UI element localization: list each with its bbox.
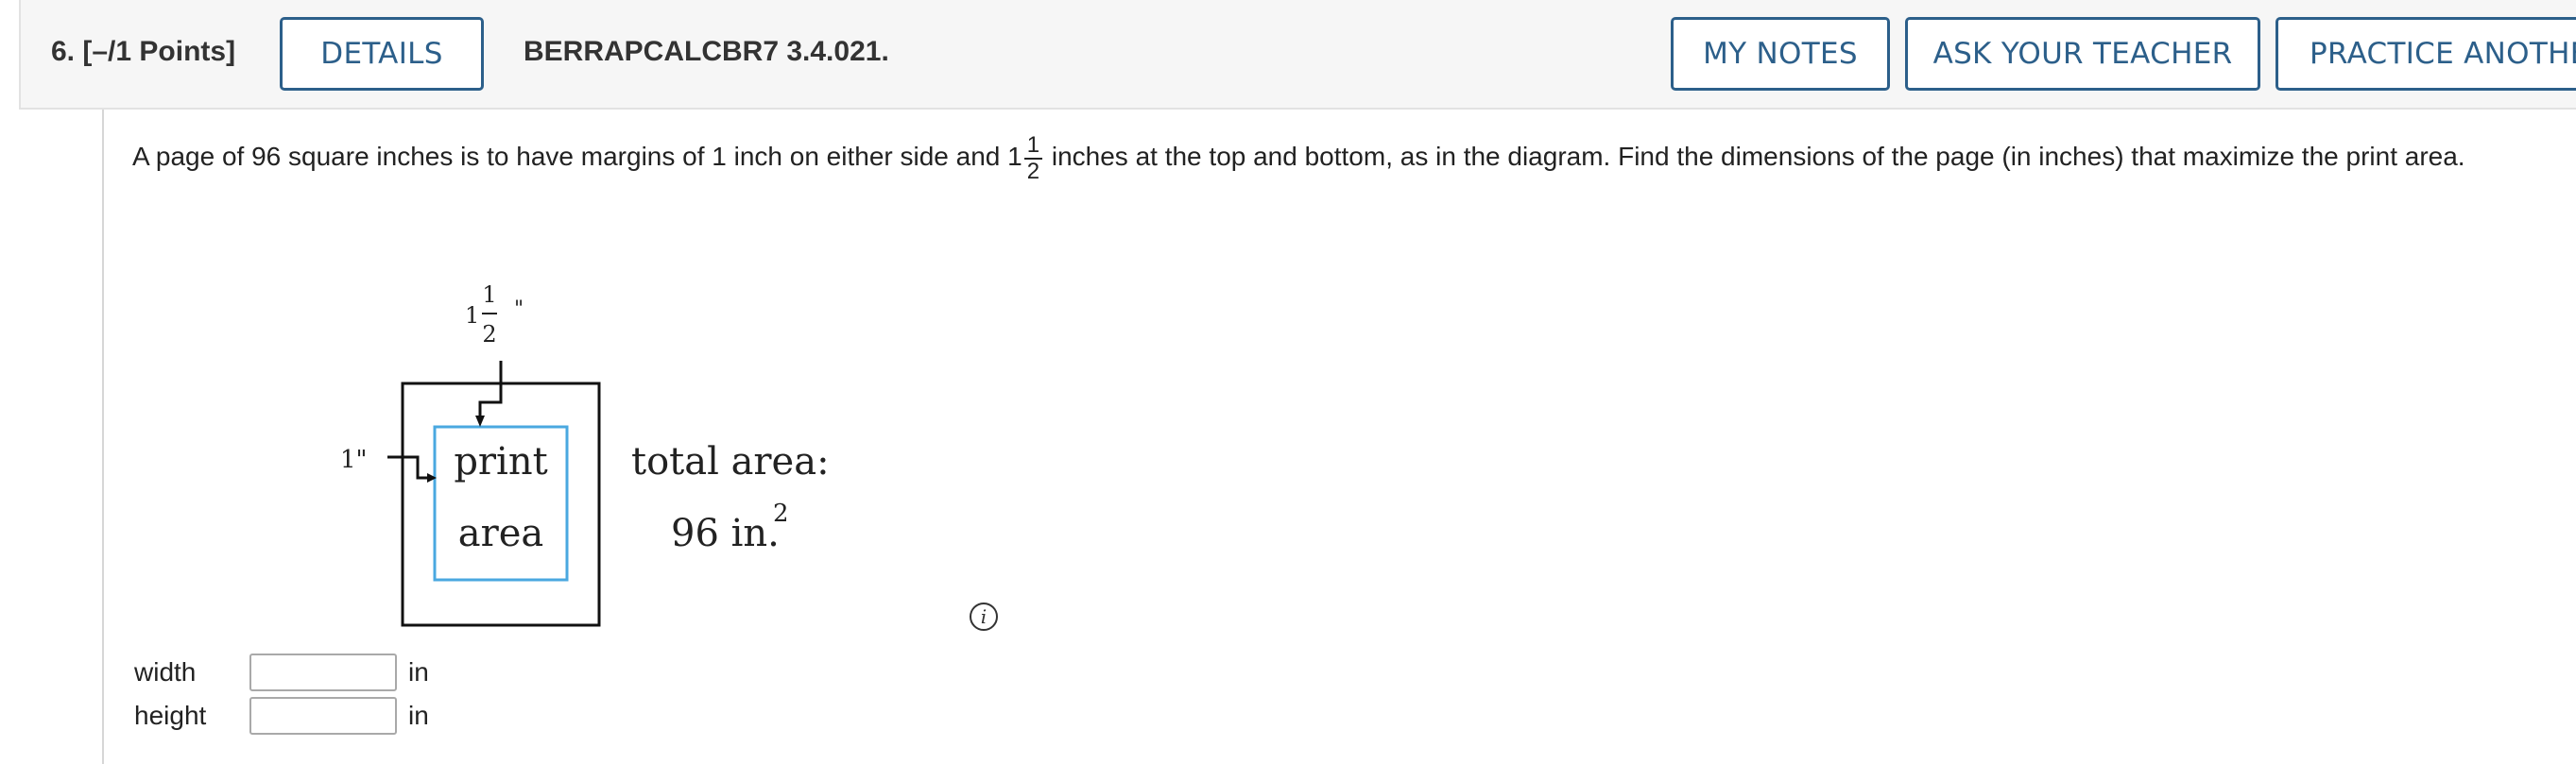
- top-margin-whole: 1: [465, 302, 479, 329]
- margin-diagram: 1 1 2 " 1" print area total area: 96 in.…: [340, 281, 830, 627]
- top-margin-numerator: 1: [482, 281, 496, 308]
- problem-text-before: A page of 96 square inches is to have ma…: [132, 142, 1022, 171]
- ask-teacher-button[interactable]: ASK YOUR TEACHER: [1905, 17, 2260, 91]
- problem-statement: A page of 96 square inches is to have ma…: [132, 130, 2570, 184]
- info-icon[interactable]: i: [970, 603, 998, 631]
- question-number: 6. [–/1 Points]: [51, 36, 235, 68]
- problem-text-after: inches at the top and bottom, as in the …: [1044, 142, 2465, 171]
- top-margin-arrowhead: [475, 416, 485, 427]
- answer-unit-width: in: [408, 657, 429, 687]
- answer-label-width: width: [134, 657, 197, 687]
- total-area-exponent: 2: [773, 500, 789, 528]
- problem-fraction: 12: [1023, 132, 1043, 184]
- answer-unit-height: in: [408, 701, 429, 730]
- answer-label-height: height: [134, 701, 207, 730]
- total-area-label: total area:: [631, 440, 830, 484]
- width-input[interactable]: [249, 654, 397, 691]
- total-area-value: 96 in.: [671, 512, 780, 555]
- answer-row-height: height in: [134, 695, 429, 737]
- print-area-line1: print: [454, 440, 547, 484]
- problem-fraction-denominator: 2: [1026, 158, 1040, 184]
- height-input[interactable]: [249, 697, 397, 735]
- top-margin-denominator: 2: [482, 321, 496, 348]
- top-margin-unit: ": [514, 297, 524, 321]
- points-label: [–/1 Points]: [82, 36, 236, 67]
- problem-fraction-numerator: 1: [1023, 132, 1043, 160]
- practice-another-button[interactable]: PRACTICE ANOTHER: [2275, 17, 2576, 91]
- side-margin-label: 1": [340, 446, 368, 474]
- details-button[interactable]: DETAILS: [280, 17, 484, 91]
- side-margin-leader: [387, 455, 431, 480]
- top-margin-leader: [478, 361, 503, 423]
- answer-row-width: width in: [134, 652, 429, 693]
- content-left-rule: [102, 110, 104, 764]
- question-code: BERRAPCALCBR7 3.4.021.: [524, 36, 889, 67]
- my-notes-button[interactable]: MY NOTES: [1671, 17, 1890, 91]
- page-outline: [401, 382, 601, 627]
- question-number-label: 6.: [51, 36, 76, 67]
- print-area-line2: area: [458, 512, 544, 555]
